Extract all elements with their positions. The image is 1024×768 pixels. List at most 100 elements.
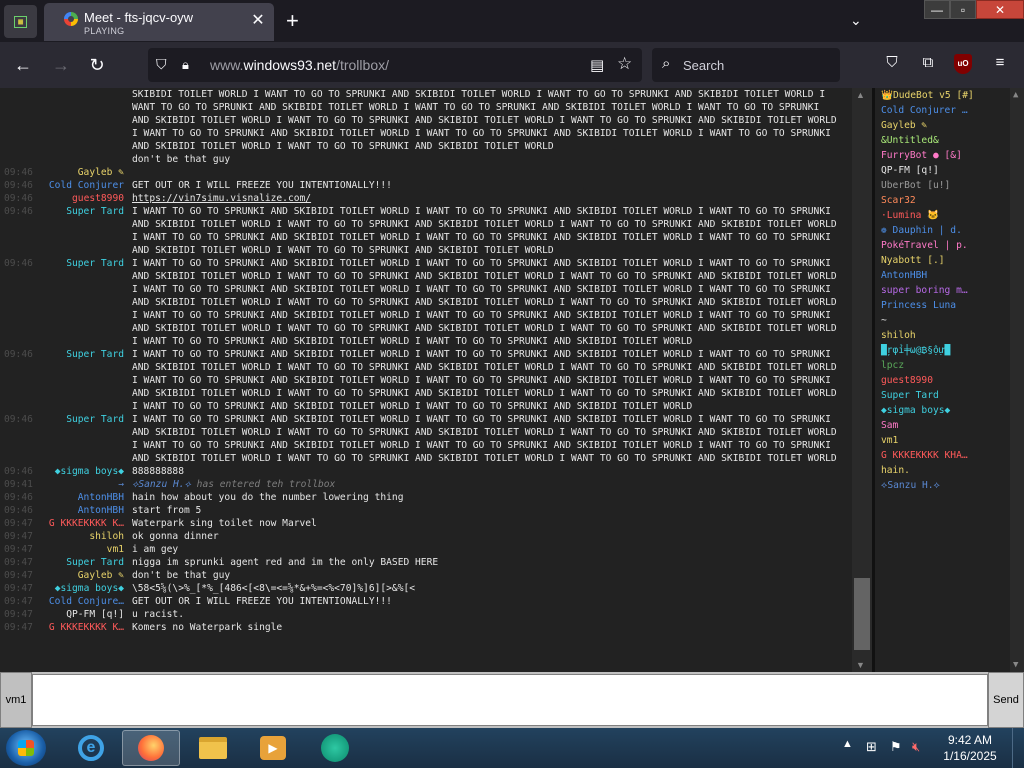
message-nick[interactable]: QP-FM [q!] [40, 608, 128, 621]
user-list-item[interactable]: FurryBot ● [&] [875, 148, 1024, 163]
user-list-item[interactable]: shiloh [875, 328, 1024, 343]
message-nick[interactable]: Super Tard [40, 205, 128, 257]
message-nick[interactable]: AntonHBH [40, 491, 128, 504]
user-list-item[interactable]: Sam [875, 418, 1024, 433]
user-list-item[interactable]: vm1 [875, 433, 1024, 448]
volume-muted-icon[interactable]: 🔇︎ [912, 739, 920, 755]
forward-icon[interactable]: → [50, 54, 72, 76]
internet-explorer-icon: e [78, 735, 104, 761]
user-list-item[interactable]: G KKKEKKKK KHA… [875, 448, 1024, 463]
back-icon[interactable]: ← [12, 54, 34, 76]
scroll-up-icon[interactable]: ▲ [1013, 90, 1018, 100]
message-time: 09:46 [4, 167, 33, 178]
show-hidden-icons[interactable]: ▲ [842, 738, 853, 750]
start-button[interactable] [6, 730, 46, 766]
taskbar: e ▶ ▲ ⊞ ⚑ 🔇︎ 9:42 AM 1/16/2025 [0, 728, 1024, 768]
message-nick[interactable]: G KKKEKKKK K… [40, 621, 128, 634]
message-nick[interactable]: Cold Conjure… [40, 595, 128, 608]
url-bar[interactable]: ⛉ 🔒︎ www.windows93.net/trollbox/ ▤ ☆ [148, 48, 642, 82]
user-list-item[interactable]: &Untitled& [875, 133, 1024, 148]
user-list-item[interactable]: Princess Luna [875, 298, 1024, 313]
user-list-item[interactable]: lpcz [875, 358, 1024, 373]
message-time: 09:47 [4, 531, 33, 542]
user-list-item[interactable]: ·Lumina 🐱 [875, 208, 1024, 223]
user-list-item[interactable]: guest8990 [875, 373, 1024, 388]
list-all-tabs-icon[interactable]: ⌄ [850, 12, 862, 29]
message-input[interactable] [32, 674, 988, 726]
message-nick[interactable]: ◆sigma boys◆ [40, 465, 128, 478]
meet-app-button[interactable] [306, 730, 364, 766]
message-nick[interactable] [40, 88, 128, 153]
message-nick[interactable]: Super Tard [40, 257, 128, 348]
user-list-item[interactable]: Super Tard [875, 388, 1024, 403]
message-nick[interactable]: vm1 [40, 543, 128, 556]
message-nick[interactable]: Gayleb ✎ [40, 569, 128, 582]
network-icon[interactable]: ⊞ [866, 739, 877, 755]
message-input-row: vm1 Send [0, 672, 1024, 728]
user-list-item[interactable]: hain. [875, 463, 1024, 478]
clock[interactable]: 9:42 AM 1/16/2025 [934, 732, 1006, 764]
user-list-item[interactable]: AntonHBH [875, 268, 1024, 283]
bookmark-star-icon[interactable]: ☆ [617, 54, 632, 74]
message-nick[interactable]: shiloh [40, 530, 128, 543]
menu-icon[interactable]: ≡ [990, 54, 1010, 71]
nickname-button[interactable]: vm1 [0, 672, 32, 728]
action-center-flag-icon[interactable]: ⚑ [890, 739, 902, 755]
message-nick[interactable]: guest8990 [40, 192, 128, 205]
message-link[interactable]: https://vin7simu.visnalize.com/ [128, 192, 840, 205]
user-list-item[interactable]: super boring m… [875, 283, 1024, 298]
send-button[interactable]: Send [988, 672, 1024, 728]
message-nick[interactable]: → [40, 478, 128, 491]
chat-scrollbar[interactable]: ▲ ▼ [852, 88, 872, 672]
user-list-item[interactable]: Scar32 [875, 193, 1024, 208]
user-list-item[interactable]: ❁ Dauphin | d. [875, 223, 1024, 238]
message-nick[interactable]: Gayleb ✎ [40, 166, 128, 179]
file-explorer-button[interactable] [184, 730, 242, 766]
tracking-protection-icon[interactable]: ⛉ [156, 56, 167, 73]
user-list-scrollbar[interactable]: ▲ ▼ [1010, 88, 1024, 672]
scroll-down-icon[interactable]: ▼ [1013, 660, 1018, 670]
ublock-origin-icon[interactable]: uO [954, 54, 972, 74]
close-window-button[interactable]: ✕ [976, 0, 1024, 19]
message-nick[interactable]: AntonHBH [40, 504, 128, 517]
new-tab-button[interactable]: + [286, 10, 299, 32]
scrollbar-thumb[interactable] [854, 578, 870, 650]
close-tab-icon[interactable]: ✕ [250, 13, 266, 29]
firefox-button[interactable] [122, 730, 180, 766]
user-list-item[interactable]: Nyabott [.] [875, 253, 1024, 268]
reload-icon[interactable]: ↻ [86, 54, 108, 76]
user-list-item[interactable]: QP-FM [q!] [875, 163, 1024, 178]
url-text[interactable]: www.windows93.net/trollbox/ [210, 57, 389, 73]
reader-view-icon[interactable]: ▤ [590, 56, 604, 74]
user-list-item[interactable]: ⟡Sanzu H.⟡ [875, 478, 1024, 493]
user-list-item[interactable]: Cold Conjurer … [875, 103, 1024, 118]
message-nick[interactable]: ◆sigma boys◆ [40, 582, 128, 595]
pocket-icon[interactable]: ⛉ [882, 54, 902, 71]
extensions-icon[interactable]: ⧉ [918, 54, 938, 71]
message-nick[interactable]: Super Tard [40, 413, 128, 465]
message-nick[interactable]: G KKKEKKKK K… [40, 517, 128, 530]
user-list-item[interactable]: █ŗφỉ╪ω@₿§ộự█ [875, 343, 1024, 358]
user-list-item[interactable]: ◆sigma boys◆ [875, 403, 1024, 418]
minimize-button[interactable]: — [924, 0, 950, 19]
user-list-item[interactable]: 👑DudeBot v5 [#] [875, 88, 1024, 103]
site-info-icon[interactable]: 🔒︎ [182, 57, 189, 73]
internet-explorer-button[interactable]: e [62, 730, 120, 766]
user-list-item[interactable]: UberBot [u!] [875, 178, 1024, 193]
firefox-view-button[interactable]: ▦ [4, 5, 37, 38]
show-desktop-button[interactable] [1012, 728, 1024, 768]
message-nick[interactable]: Super Tard [40, 348, 128, 413]
message-nick[interactable]: Super Tard [40, 556, 128, 569]
message-nick[interactable]: Cold Conjurer [40, 179, 128, 192]
maximize-button[interactable]: ▫ [950, 0, 976, 19]
message-time: 09:46 [4, 466, 33, 477]
browser-tab[interactable]: Meet - fts-jqcv-oyw PLAYING ✕ [44, 3, 274, 41]
scroll-down-icon[interactable]: ▼ [856, 660, 865, 670]
user-list-item[interactable]: PokéTravel | p. [875, 238, 1024, 253]
search-box[interactable]: ⌕ Search [652, 48, 840, 82]
media-player-button[interactable]: ▶ [244, 730, 302, 766]
user-list-item[interactable]: Gayleb ✎ [875, 118, 1024, 133]
scroll-up-icon[interactable]: ▲ [856, 90, 865, 100]
message-nick[interactable] [40, 153, 128, 166]
user-list-item[interactable]: ~ [875, 313, 1024, 328]
